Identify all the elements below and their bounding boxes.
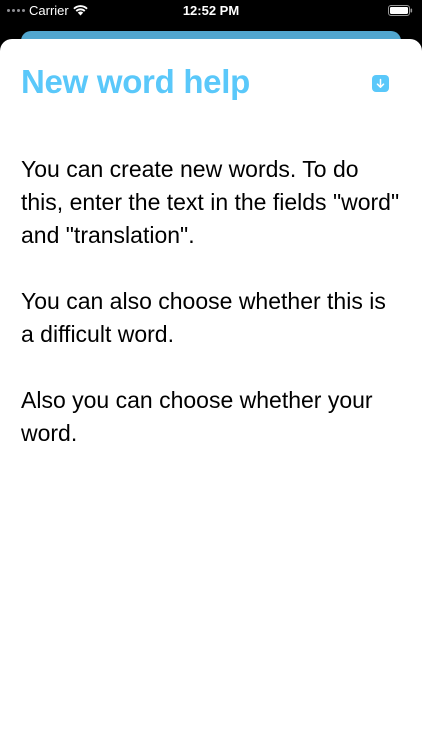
sheet-title: New word help	[21, 63, 250, 100]
help-sheet: New word help You can create new words. …	[0, 39, 422, 750]
help-paragraph: Also you can choose whether your word.	[21, 387, 373, 446]
status-time: 12:52 PM	[182, 3, 240, 18]
help-paragraph: You can also choose whether this is a di…	[21, 288, 386, 347]
help-paragraph: You can create new words. To do this, en…	[21, 156, 400, 248]
status-bar: Carrier 12:52 PM	[0, 0, 422, 22]
help-text: You can create new words. To do this, en…	[21, 153, 401, 483]
download-button[interactable]	[372, 75, 389, 92]
arrow-down-icon	[376, 78, 385, 88]
battery-icon	[388, 5, 413, 16]
